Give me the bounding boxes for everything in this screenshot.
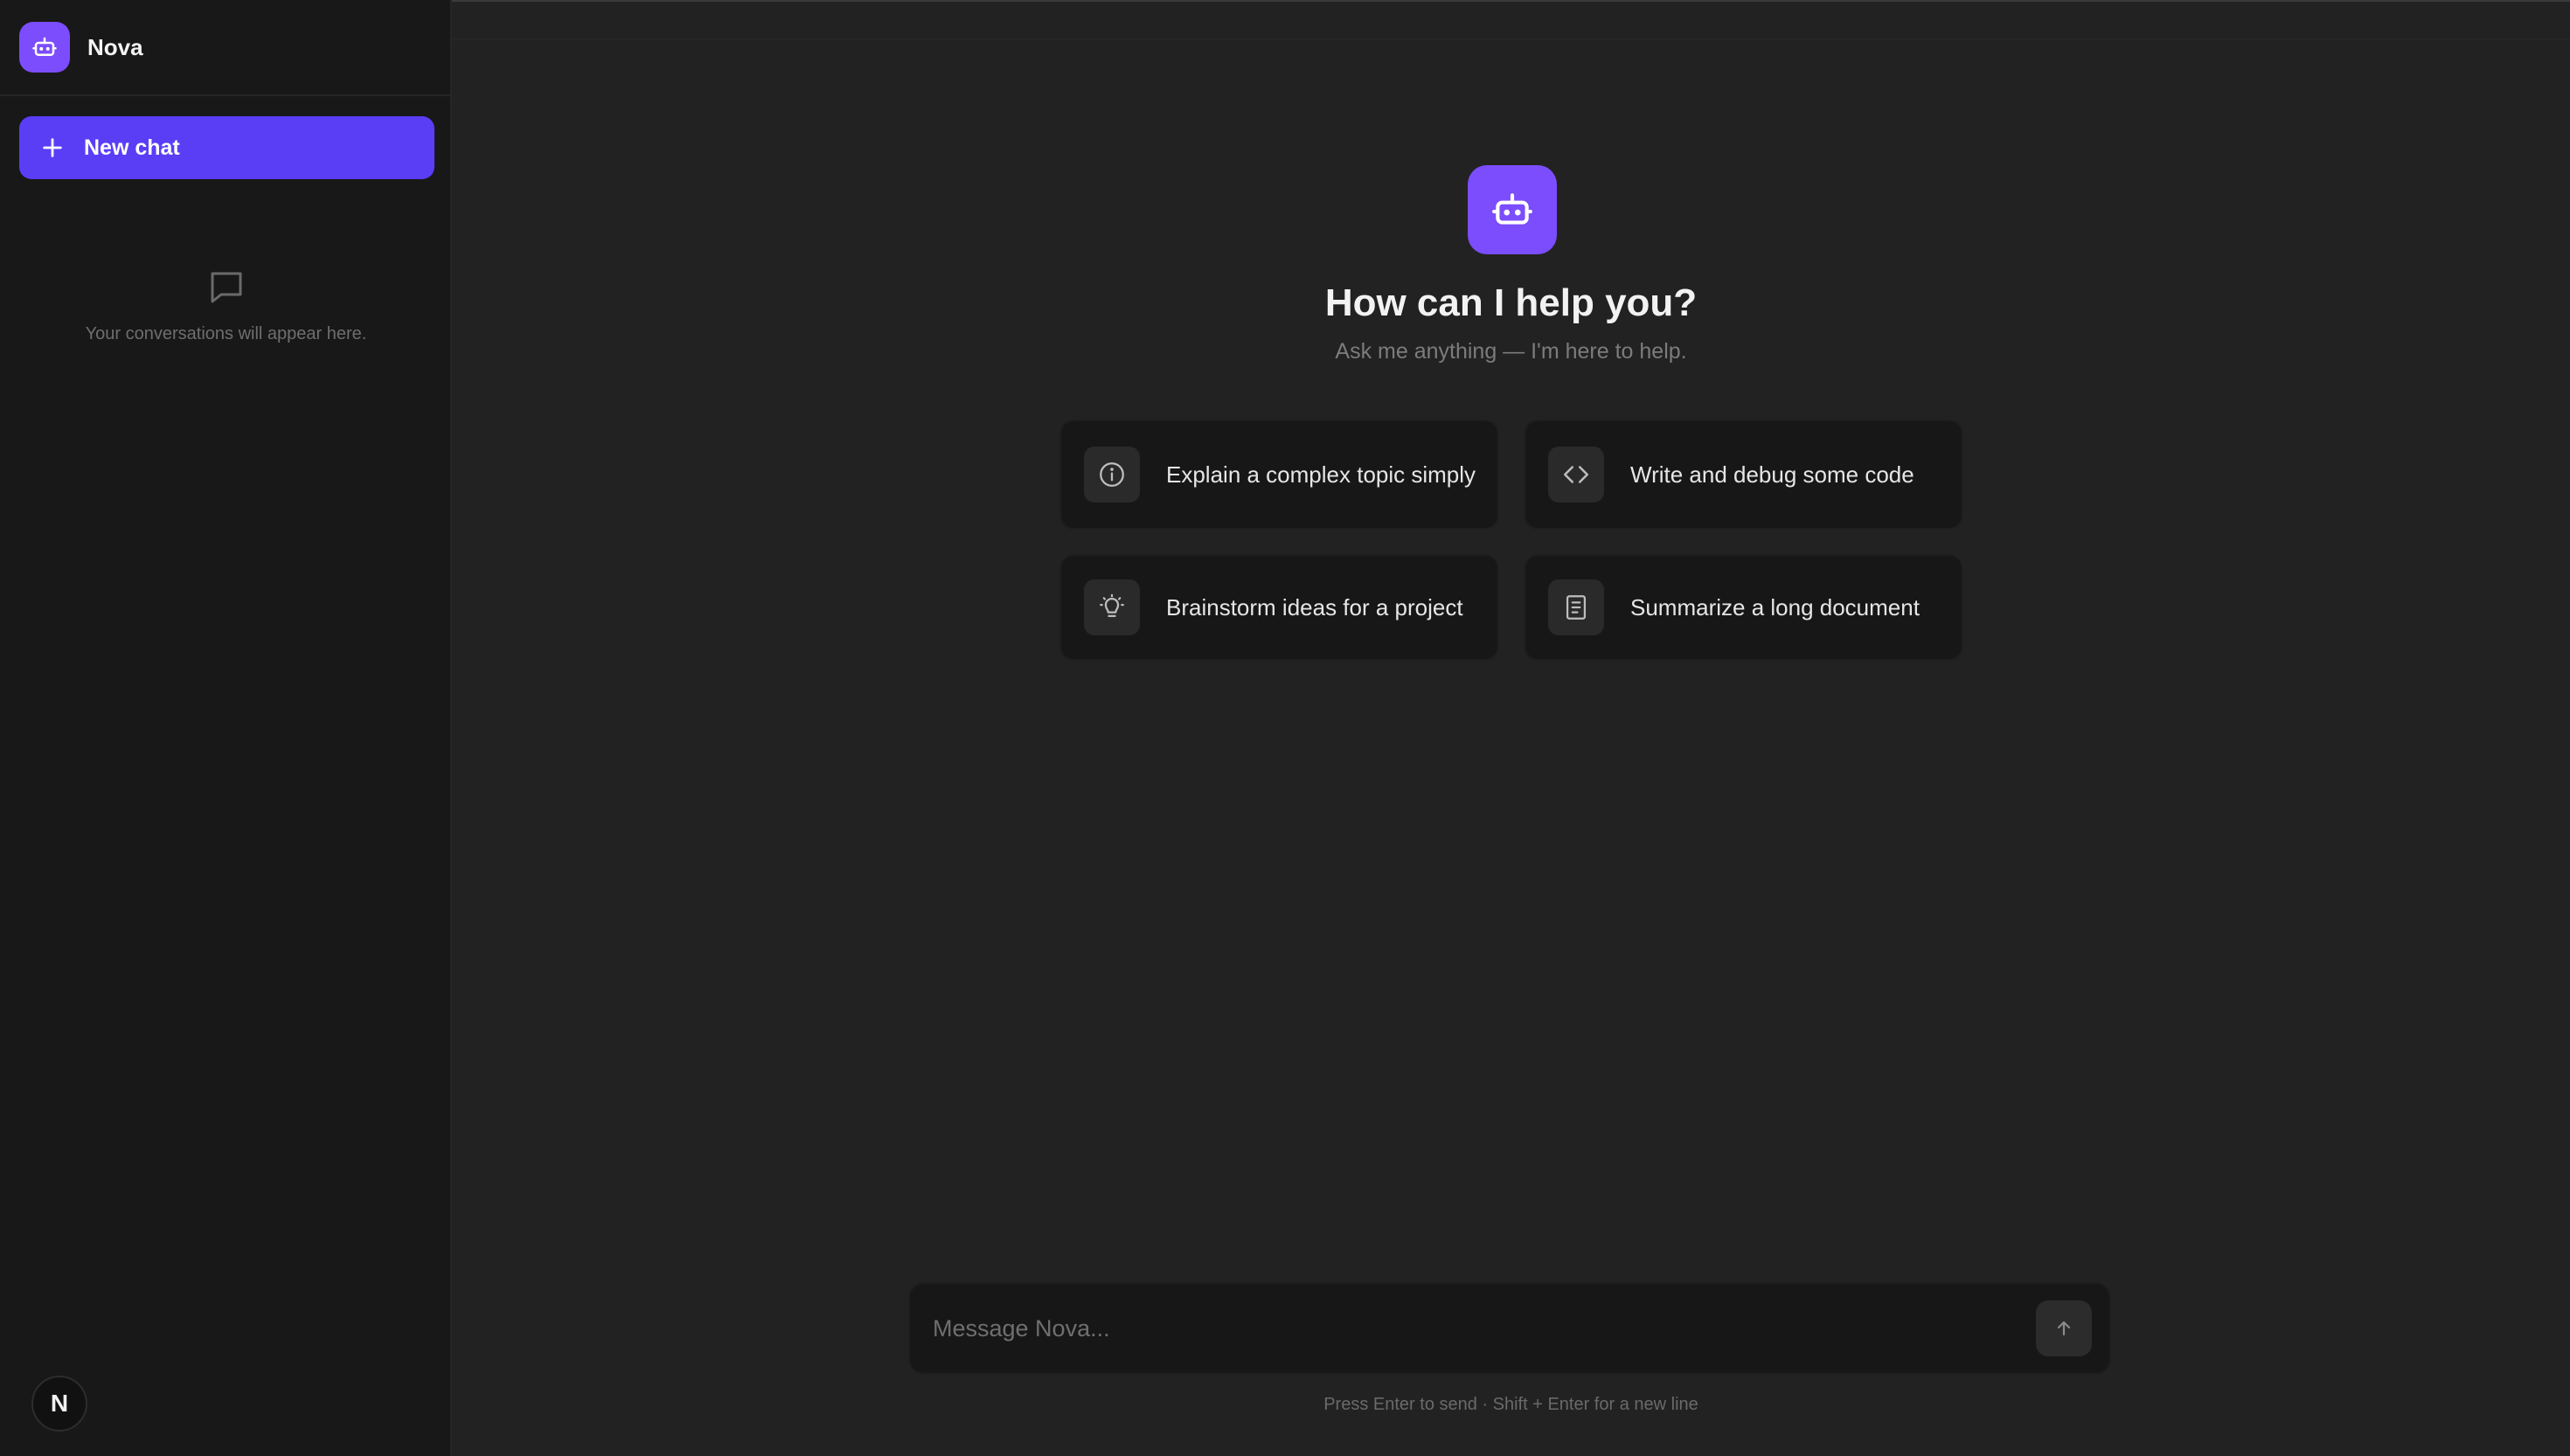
sidebar: Nova New chat Your conversations will ap… [0, 0, 452, 1456]
user-initial: N [50, 1390, 69, 1417]
chat-bubble-icon [211, 272, 241, 303]
new-chat-button[interactable]: New chat [19, 116, 434, 179]
document-icon [1548, 579, 1604, 635]
code-icon [1548, 447, 1604, 503]
lightbulb-icon [1084, 579, 1140, 635]
suggestion-label: Brainstorm ideas for a project [1166, 593, 1463, 621]
suggestion-card-brainstorm[interactable]: Brainstorm ideas for a project [1059, 554, 1499, 661]
suggestion-label: Write and debug some code [1630, 461, 1914, 488]
conversations-empty-state: Your conversations will appear here. [0, 267, 452, 344]
plus-icon [43, 138, 62, 157]
message-composer [908, 1282, 2111, 1375]
page-subtitle: Ask me anything — I'm here to help. [1335, 339, 1687, 364]
arrow-up-icon [2057, 1321, 2071, 1336]
suggestion-grid: Explain a complex topic simply Write and… [1059, 419, 1963, 661]
suggestion-label: Explain a complex topic simply [1166, 461, 1476, 488]
suggestion-card-code[interactable]: Write and debug some code [1524, 419, 1963, 530]
suggestion-card-explain[interactable]: Explain a complex topic simply [1059, 419, 1499, 530]
suggestion-card-summarize[interactable]: Summarize a long document [1524, 554, 1963, 661]
new-chat-label: New chat [84, 135, 180, 160]
app-window: Nova New chat Your conversations will ap… [0, 0, 2570, 1456]
page-title: How can I help you? [1324, 281, 1698, 324]
user-avatar[interactable]: N [31, 1376, 87, 1432]
brand-header: Nova [0, 0, 450, 96]
composer-hint: Press Enter to send · Shift + Enter for … [1323, 1395, 1698, 1414]
info-icon [1084, 447, 1140, 503]
message-input[interactable] [933, 1314, 2036, 1342]
brand-name: Nova [87, 33, 143, 60]
empty-state-text: Your conversations will appear here. [85, 324, 367, 343]
top-bar [452, 0, 2570, 40]
suggestion-label: Summarize a long document [1630, 593, 1920, 621]
robot-hero-icon [1468, 165, 1557, 254]
robot-logo-icon [19, 22, 70, 73]
send-button[interactable] [2036, 1300, 2092, 1356]
main-area: How can I help you? Ask me anything — I'… [452, 0, 2570, 1456]
